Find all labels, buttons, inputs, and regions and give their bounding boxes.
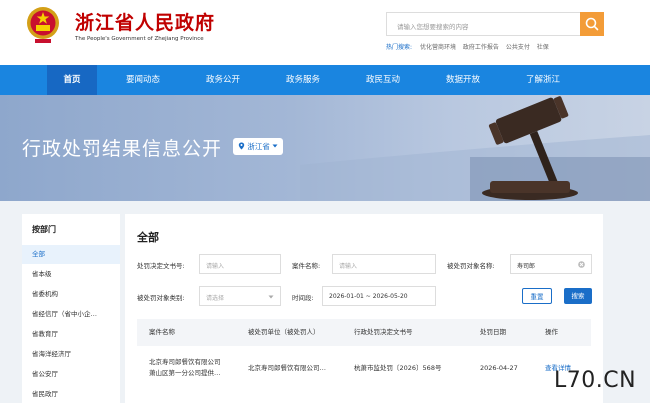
clear-icon[interactable] bbox=[578, 261, 585, 268]
time-range-value: 2026-01-01 ~ 2026-05-20 bbox=[329, 293, 408, 300]
hot-search-bar: 热门搜索: 优化营商环境 政府工作报告 公共支付 社保 bbox=[386, 42, 554, 51]
case-name-line: 萧山区第一分公司提供… bbox=[149, 369, 221, 377]
party-type-select[interactable]: 请选择 bbox=[199, 286, 281, 306]
party-name-label: 被处罚对象名称: bbox=[447, 262, 495, 270]
decision-no-input[interactable]: 请输入 bbox=[199, 254, 281, 274]
time-range-picker[interactable]: 2026-01-01 ~ 2026-05-20 bbox=[322, 286, 436, 306]
column-header: 操作 bbox=[545, 328, 558, 336]
nav-item-gov-services[interactable]: 政务服务 bbox=[276, 65, 330, 95]
party-name-value: 寿司郎 bbox=[517, 263, 536, 270]
hot-search-item[interactable]: 社保 bbox=[537, 44, 549, 51]
party-type-label: 被处罚对象类别: bbox=[137, 294, 185, 302]
nav-item-gov-affairs[interactable]: 政务公开 bbox=[196, 65, 250, 95]
table-header: 案件名称 被处罚单位（被处罚人） 行政处罚决定文书号 处罚日期 操作 bbox=[137, 319, 591, 346]
section-title: 全部 bbox=[137, 231, 159, 244]
main-nav: 首页 要闻动态 政务公开 政务服务 政民互动 数据开放 了解浙江 bbox=[0, 65, 650, 95]
hot-search-label: 热门搜索: bbox=[386, 44, 413, 51]
case-name-input[interactable]: 请输入 bbox=[332, 254, 436, 274]
nav-item-news[interactable]: 要闻动态 bbox=[116, 65, 170, 95]
decision-no-cell: 杭萧市监处罚〔2026〕568号 bbox=[354, 364, 442, 372]
hot-search-item[interactable]: 优化营商环境 bbox=[420, 44, 456, 51]
sidebar-item[interactable]: 省经信厅（省中小企… bbox=[22, 305, 120, 324]
column-header: 案件名称 bbox=[149, 328, 175, 336]
column-header: 行政处罚决定文书号 bbox=[354, 328, 413, 336]
search-icon bbox=[585, 17, 599, 31]
region-selector[interactable]: 浙江省 bbox=[233, 138, 283, 155]
region-label: 浙江省 bbox=[247, 142, 270, 151]
site-header: 浙江省人民政府 The People's Government of Zheji… bbox=[0, 0, 650, 65]
time-range-label: 时间段: bbox=[292, 294, 314, 302]
date-cell: 2026-04-27 bbox=[480, 364, 518, 372]
case-name-placeholder: 请输入 bbox=[339, 263, 358, 270]
nav-item-about[interactable]: 了解浙江 bbox=[516, 65, 570, 95]
decision-no-label: 处罚决定文书号: bbox=[137, 262, 185, 270]
national-emblem-icon[interactable] bbox=[26, 6, 60, 44]
reset-button[interactable]: 重置 bbox=[522, 288, 552, 304]
sidebar-item[interactable]: 省公安厅 bbox=[22, 365, 120, 384]
hot-search-item[interactable]: 政府工作报告 bbox=[463, 44, 499, 51]
caret-down-icon bbox=[272, 144, 278, 148]
column-header: 被处罚单位（被处罚人） bbox=[248, 328, 320, 336]
nav-item-home[interactable]: 首页 bbox=[47, 65, 97, 95]
page-title: 行政处罚结果信息公开 bbox=[22, 138, 223, 160]
search-button[interactable] bbox=[580, 12, 604, 36]
chevron-down-icon bbox=[268, 295, 274, 299]
page-banner: 行政处罚结果信息公开 浙江省 bbox=[0, 95, 650, 201]
sidebar-item-all[interactable]: 全部 bbox=[22, 245, 120, 264]
location-pin-icon bbox=[238, 142, 245, 150]
search-placeholder: 请输入您想要搜索的内容 bbox=[397, 23, 469, 31]
case-name-label: 案件名称: bbox=[292, 262, 321, 270]
case-name-cell[interactable]: 北京寿司郎餐饮有限公司 萧山区第一分公司提供… bbox=[149, 357, 221, 379]
sidebar-heading: 按部门 bbox=[32, 225, 56, 234]
sidebar-item[interactable]: 省民政厅 bbox=[22, 385, 120, 403]
party-name-input[interactable]: 寿司郎 bbox=[510, 254, 592, 274]
department-sidebar: 按部门 全部 省本级 省委机构 省经信厅（省中小企… 省教育厅 省海洋经济厅 省… bbox=[22, 214, 120, 403]
decision-no-placeholder: 请输入 bbox=[206, 263, 225, 270]
hot-search-item[interactable]: 公共支付 bbox=[506, 44, 530, 51]
site-subtitle: The People's Government of Zhejiang Prov… bbox=[75, 36, 204, 42]
sidebar-item[interactable]: 省教育厅 bbox=[22, 325, 120, 344]
party-cell: 北京寿司郎餐饮有限公司… bbox=[248, 364, 326, 372]
results-panel: 全部 处罚决定文书号: 请输入 案件名称: 请输入 被处罚对象名称: 寿司郎 被… bbox=[125, 214, 603, 403]
column-header: 处罚日期 bbox=[480, 328, 506, 336]
case-name-line: 北京寿司郎餐饮有限公司 bbox=[149, 358, 221, 366]
watermark: L70.CN bbox=[554, 368, 637, 393]
search-submit-button[interactable]: 搜索 bbox=[564, 288, 592, 304]
site-title[interactable]: 浙江省人民政府 bbox=[75, 8, 215, 35]
sidebar-item[interactable]: 省海洋经济厅 bbox=[22, 345, 120, 364]
sidebar-item[interactable]: 省委机构 bbox=[22, 285, 120, 304]
nav-item-open-data[interactable]: 数据开放 bbox=[436, 65, 490, 95]
search-input[interactable]: 请输入您想要搜索的内容 bbox=[386, 12, 581, 36]
nav-item-interaction[interactable]: 政民互动 bbox=[356, 65, 410, 95]
party-type-placeholder: 请选择 bbox=[206, 295, 225, 302]
sidebar-item[interactable]: 省本级 bbox=[22, 265, 120, 284]
